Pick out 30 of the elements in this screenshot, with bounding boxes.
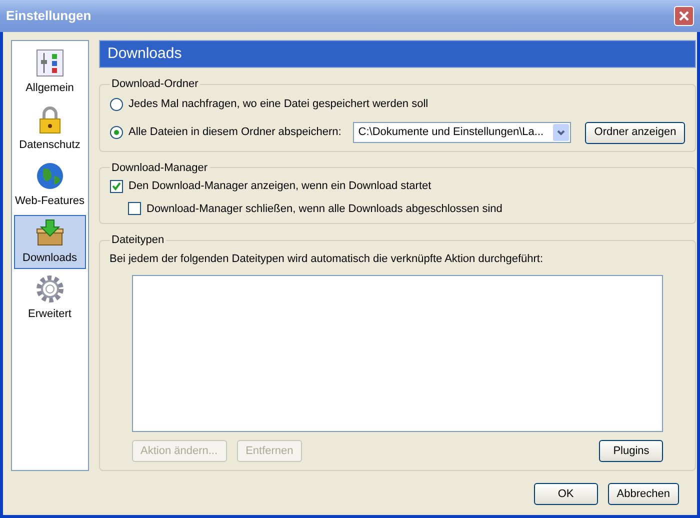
box-icon	[34, 218, 65, 248]
close-button[interactable]	[674, 6, 694, 26]
option-label: Den Download-Manager anzeigen, wenn ein Download startet	[128, 179, 432, 194]
sidebar-item[interactable]: Downloads	[14, 214, 86, 269]
button[interactable]: Abbrechen	[608, 483, 679, 505]
sidebar-item[interactable]: Erweitert	[14, 271, 86, 326]
option-label: Alle Dateien in diesem Ordner abspeichern:	[128, 125, 342, 140]
folder-dropdown[interactable]: C:\Dokumente und Einstellungen\La...	[353, 122, 572, 143]
group-title: Download-Manager	[110, 160, 208, 176]
globe-icon	[34, 161, 65, 191]
group-title: Dateitypen	[110, 233, 166, 248]
button[interactable]: Ordner anzeigen	[585, 122, 686, 144]
button[interactable]: OK	[534, 483, 598, 505]
panel-title: Downloads	[108, 44, 182, 64]
sidebar-item[interactable]: Datenschutz	[14, 102, 86, 156]
checkbox[interactable]	[110, 180, 122, 193]
radio-button[interactable]	[110, 126, 122, 139]
option-label: Download-Manager schließen, wenn alle Downloads abgeschlossen sind	[146, 202, 502, 216]
gear-icon	[34, 274, 65, 304]
description: Bei jedem der folgenden Dateitypen wird automatisch die verknüpfte Aktion durchgeführt:	[110, 252, 544, 266]
sidebar-item[interactable]: Allgemein	[14, 45, 86, 100]
option-label: Jedes Mal nachfragen, wo eine Datei gespeichert werden soll	[128, 97, 428, 112]
radio-button[interactable]	[110, 98, 122, 111]
sliders-icon	[34, 48, 65, 78]
group-title: Download-Ordner	[110, 77, 200, 92]
sidebar-item[interactable]: Web-Features	[14, 158, 86, 212]
window-title: Einstellungen	[6, 7, 92, 26]
close-icon	[678, 10, 690, 22]
checkbox[interactable]	[128, 202, 140, 216]
button[interactable]: Plugins	[599, 440, 664, 462]
